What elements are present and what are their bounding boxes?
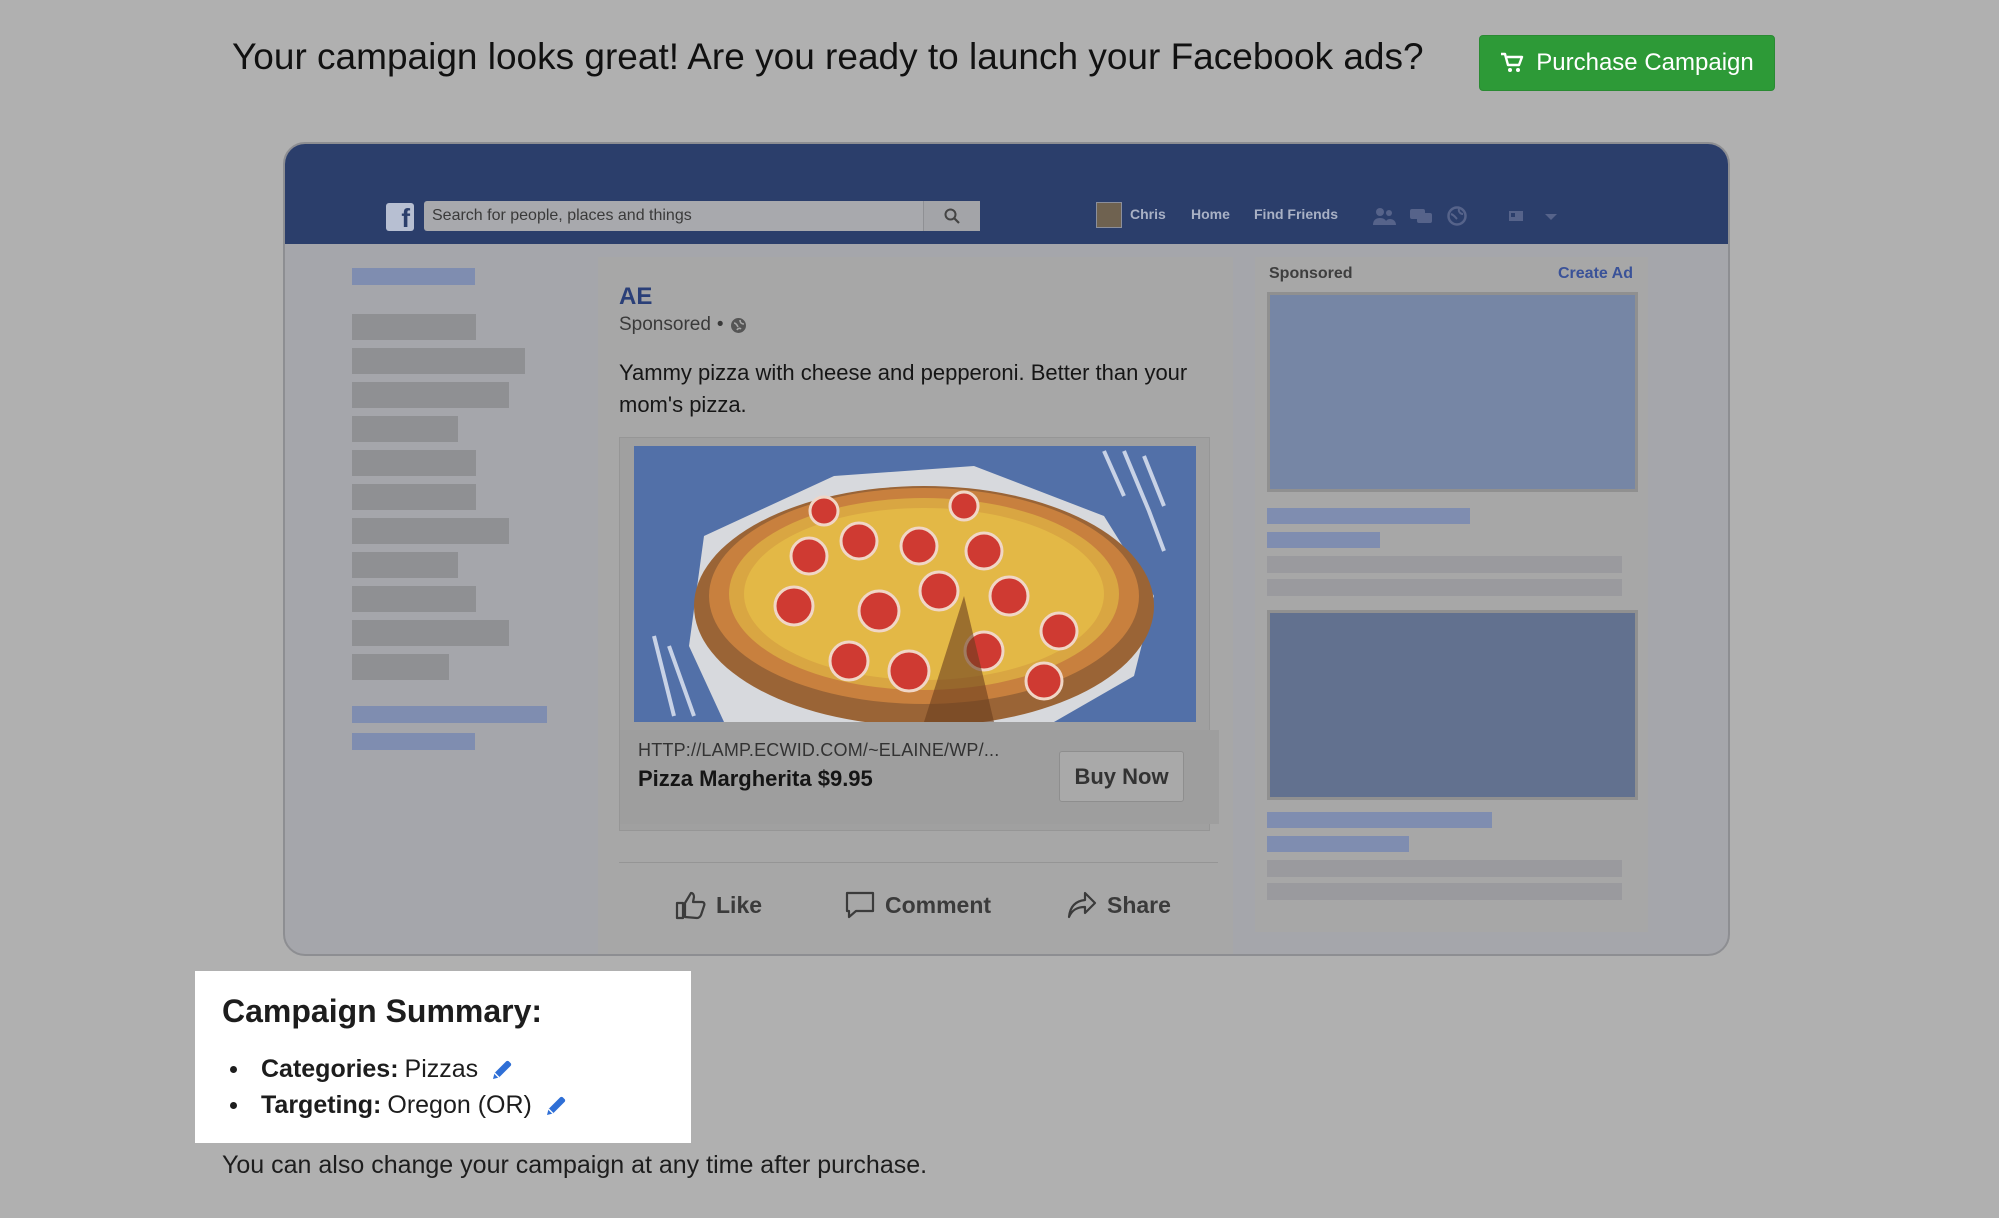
globe-icon — [730, 317, 746, 333]
ad-placeholder-line — [1267, 508, 1470, 524]
ad-placeholder-line — [1267, 860, 1622, 877]
nav-find-friends[interactable]: Find Friends — [1254, 206, 1338, 222]
like-label: Like — [716, 891, 763, 918]
summary-label: Categories: — [261, 1055, 399, 1083]
edit-pencil-icon[interactable] — [490, 1058, 514, 1082]
post-link-url: HTTP://LAMP.ECWID.COM/~ELAINE/WP/... — [638, 740, 1000, 760]
nav-user-name[interactable]: Chris — [1130, 206, 1166, 222]
campaign-summary-title: Campaign Summary: — [222, 993, 543, 1029]
create-ad-link[interactable]: Create Ad — [1558, 265, 1633, 283]
notifications-globe-icon[interactable] — [1444, 206, 1470, 226]
buy-now-button[interactable]: Buy Now — [1059, 751, 1184, 802]
edit-pencil-icon[interactable] — [544, 1094, 568, 1118]
comment-icon — [845, 891, 875, 919]
thumbs-up-icon — [675, 891, 706, 920]
summary-item-categories: Categories: Pizzas — [230, 1055, 514, 1084]
ad-placeholder-image — [1267, 610, 1638, 800]
post-link-title: Pizza Margherita $9.95 — [638, 766, 873, 791]
facebook-ad-preview: f Search for people, places and things C… — [283, 142, 1730, 956]
post-text: Yammy pizza with cheese and pepperoni. B… — [619, 360, 1188, 417]
sidebar-placeholder — [352, 586, 476, 612]
sidebar-placeholder — [352, 484, 476, 510]
post-link-box[interactable]: HTTP://LAMP.ECWID.COM/~ELAINE/WP/... Piz… — [620, 730, 1219, 824]
privacy-shortcuts-icon[interactable] — [1507, 206, 1533, 226]
ad-placeholder-line — [1267, 556, 1622, 573]
comment-label: Comment — [885, 891, 992, 918]
ad-placeholder-line — [1267, 579, 1622, 596]
post-sponsored-line: Sponsored • — [619, 314, 747, 336]
friend-requests-icon[interactable] — [1371, 206, 1397, 226]
ad-placeholder-line — [1267, 883, 1622, 900]
post-sponsored-separator: • — [716, 314, 724, 335]
summary-item-targeting: Targeting: Oregon (OR) — [230, 1091, 568, 1120]
facebook-logo-icon: f — [386, 203, 414, 231]
post-link-preview[interactable]: HTTP://LAMP.ECWID.COM/~ELAINE/WP/... Piz… — [619, 437, 1219, 831]
share-icon — [1067, 891, 1097, 919]
bullet — [230, 1102, 237, 1109]
sponsored-post-card: AE Sponsored • Yammy pizza with cheese a… — [598, 257, 1233, 954]
cart-icon — [1501, 52, 1524, 72]
pizza-illustration — [634, 446, 1196, 722]
sidebar-placeholder — [352, 654, 449, 680]
sidebar-placeholder — [352, 314, 476, 340]
search-icon[interactable] — [923, 201, 980, 231]
bullet — [230, 1066, 237, 1073]
sidebar-placeholder — [352, 620, 509, 646]
sidebar-placeholder — [352, 382, 509, 408]
sidebar-placeholder — [352, 416, 458, 442]
facebook-top-bar: f Search for people, places and things C… — [285, 144, 1728, 244]
purchase-campaign-button[interactable]: Purchase Campaign — [1479, 35, 1775, 91]
post-divider — [619, 862, 1218, 863]
share-label: Share — [1107, 891, 1171, 918]
ad-placeholder-line — [1267, 836, 1409, 852]
share-button[interactable]: Share — [1066, 875, 1171, 935]
pizza-image — [634, 446, 1196, 722]
right-sponsored-label: Sponsored — [1269, 265, 1353, 282]
ad-placeholder-line — [1267, 532, 1380, 548]
nav-home[interactable]: Home — [1191, 206, 1230, 222]
summary-value: Pizzas — [404, 1055, 479, 1083]
sidebar-placeholder — [352, 450, 476, 476]
purchase-campaign-label: Purchase Campaign — [1536, 49, 1754, 76]
post-sponsored-label: Sponsored — [619, 314, 711, 335]
sidebar-placeholder — [352, 518, 509, 544]
right-sponsored-column: Sponsored Create Ad — [1255, 257, 1648, 932]
ad-placeholder-image — [1267, 292, 1638, 492]
sidebar-placeholder — [352, 268, 475, 285]
sidebar-placeholder — [352, 348, 525, 374]
sidebar-placeholder — [352, 552, 458, 578]
messages-icon[interactable] — [1408, 206, 1434, 226]
sidebar-placeholder — [352, 733, 475, 750]
summary-label: Targeting: — [261, 1091, 382, 1119]
ad-placeholder-line — [1267, 812, 1492, 828]
like-button[interactable]: Like — [675, 875, 762, 935]
change-campaign-note: You can also change your campaign at any… — [222, 1151, 928, 1179]
page-headline: Your campaign looks great! Are you ready… — [232, 36, 1424, 77]
comment-button[interactable]: Comment — [844, 875, 991, 935]
summary-value: Oregon (OR) — [387, 1091, 532, 1119]
sidebar-placeholder — [352, 706, 547, 723]
user-avatar[interactable] — [1096, 202, 1122, 228]
chevron-down-icon[interactable] — [1538, 206, 1564, 226]
facebook-search-input[interactable]: Search for people, places and things — [424, 201, 980, 231]
campaign-summary-panel: Campaign Summary: Categories: Pizzas Tar… — [195, 971, 691, 1143]
post-author[interactable]: AE — [619, 283, 652, 311]
